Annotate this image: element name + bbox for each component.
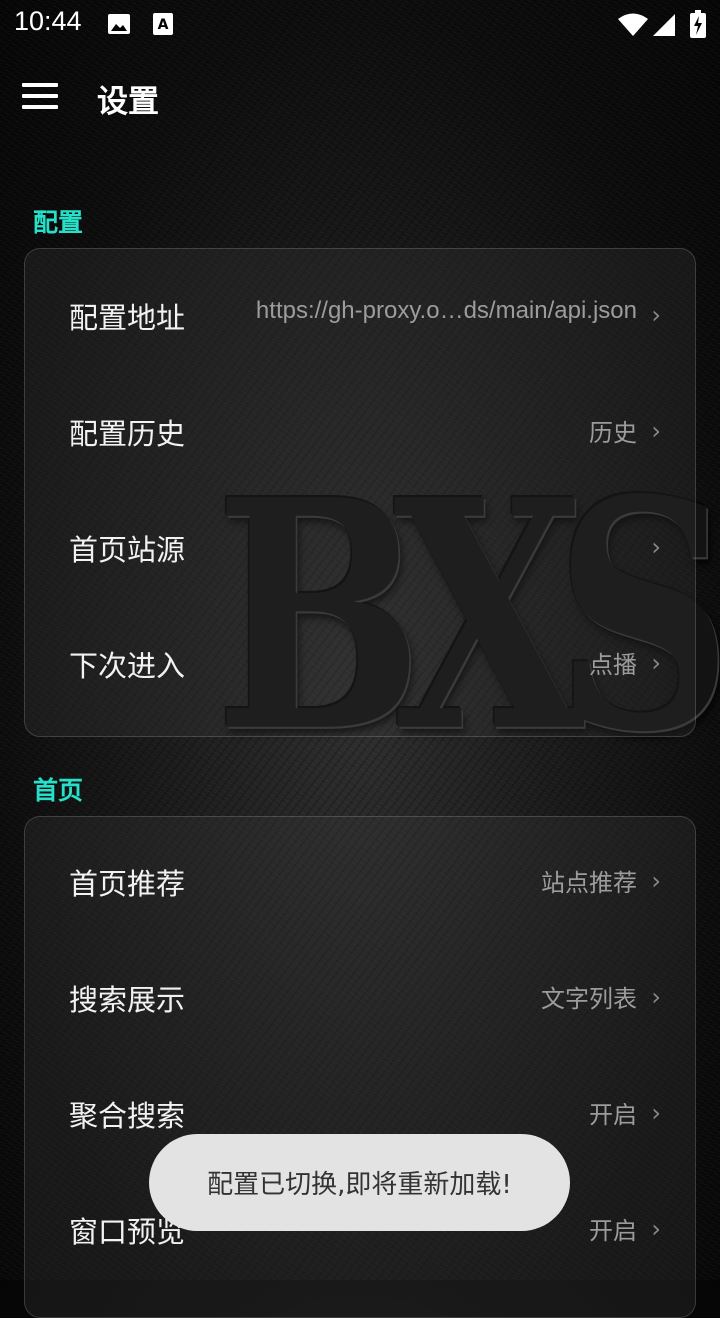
- battery-icon: [690, 10, 706, 38]
- row-value: 文字列表: [541, 986, 637, 1013]
- row-label: 聚合搜索: [69, 1099, 186, 1133]
- chevron-right-icon: ›: [651, 649, 661, 677]
- app-bar: 设置: [0, 56, 720, 138]
- row-value: https://gh-proxy.o…ds/main/api.json: [255, 297, 637, 324]
- wifi-icon: [618, 13, 648, 36]
- row-label: 配置历史: [69, 417, 186, 451]
- status-bar: 10:44 A: [0, 0, 720, 48]
- row-label: 首页推荐: [69, 867, 186, 901]
- row-label: 首页站源: [69, 533, 186, 567]
- image-icon: [108, 14, 130, 34]
- chevron-right-icon: ›: [651, 533, 661, 561]
- setting-row-home-source[interactable]: 首页站源 ›: [25, 489, 695, 605]
- signal-icon: [653, 14, 675, 36]
- row-label: 下次进入: [69, 649, 186, 683]
- toast-message: 配置已切换,即将重新加载!: [149, 1134, 570, 1231]
- setting-row-config-history[interactable]: 配置历史 历史 ›: [25, 373, 695, 489]
- config-card: 配置地址 https://gh-proxy.o…ds/main/api.json…: [24, 248, 696, 737]
- section-title-config: 配置: [33, 208, 84, 237]
- row-value: 历史: [589, 420, 637, 447]
- svg-text:A: A: [158, 17, 169, 33]
- chevron-right-icon: ›: [651, 1215, 661, 1243]
- row-value: 站点推荐: [541, 870, 637, 897]
- page-title: 设置: [97, 84, 159, 120]
- status-time: 10:44: [14, 6, 82, 36]
- chevron-right-icon: ›: [651, 417, 661, 445]
- row-label: 配置地址: [69, 301, 186, 335]
- menu-icon[interactable]: [14, 70, 66, 122]
- section-title-home: 首页: [33, 776, 84, 805]
- chevron-right-icon: ›: [651, 983, 661, 1011]
- home-card: 首页推荐 站点推荐 › 搜索展示 文字列表 › 聚合搜索 开启 › 窗口预览 开…: [24, 816, 696, 1318]
- row-value: 开启: [589, 1218, 637, 1245]
- chevron-right-icon: ›: [651, 867, 661, 895]
- chevron-right-icon: ›: [651, 1099, 661, 1127]
- row-value: 点播: [589, 652, 637, 679]
- setting-row-next-entry[interactable]: 下次进入 点播 ›: [25, 605, 695, 721]
- chevron-right-icon: ›: [651, 301, 661, 329]
- setting-row-home-recommend[interactable]: 首页推荐 站点推荐 ›: [25, 823, 695, 939]
- row-label: 搜索展示: [69, 983, 186, 1017]
- setting-row-config-url[interactable]: 配置地址 https://gh-proxy.o…ds/main/api.json…: [25, 257, 695, 373]
- row-value: 开启: [589, 1102, 637, 1129]
- setting-row-search-display[interactable]: 搜索展示 文字列表 ›: [25, 939, 695, 1055]
- font-icon: A: [153, 13, 173, 35]
